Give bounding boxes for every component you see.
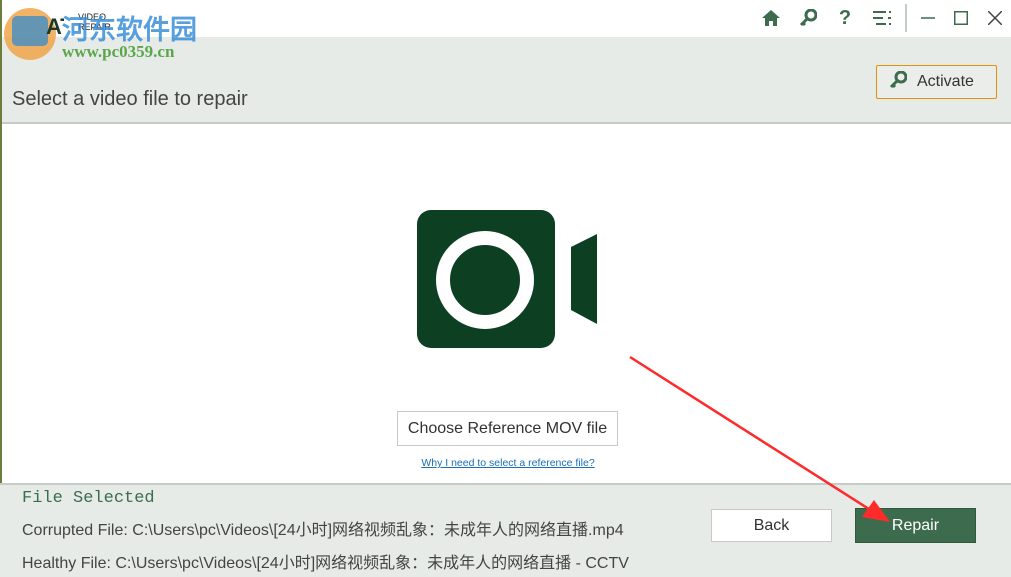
key-icon[interactable] xyxy=(796,6,820,30)
close-icon[interactable] xyxy=(983,6,1007,30)
minimize-icon[interactable] xyxy=(916,6,940,30)
back-button[interactable]: Back xyxy=(711,509,832,542)
titlebar-divider xyxy=(905,4,907,32)
page-title: Select a video file to repair xyxy=(12,88,248,110)
video-camera-icon xyxy=(417,210,599,355)
maximize-icon[interactable] xyxy=(949,6,973,30)
app-logo: AT xyxy=(4,4,74,64)
help-icon[interactable]: ? xyxy=(833,6,857,30)
activate-button[interactable]: Activate xyxy=(876,65,997,99)
watermark-url: www.pc0359.cn xyxy=(62,42,175,61)
corrupted-file-path: Corrupted File: C:\Users\pc\Videos\[24小时… xyxy=(22,522,624,539)
choose-reference-button[interactable]: Choose Reference MOV file xyxy=(397,411,618,446)
section-title: File Selected xyxy=(22,489,155,508)
home-icon[interactable] xyxy=(759,6,783,30)
repair-button[interactable]: Repair xyxy=(855,508,976,543)
reference-help-link[interactable]: Why I need to select a reference file? xyxy=(408,457,608,469)
healthy-file-path: Healthy File: C:\Users\pc\Videos\[24小时]网… xyxy=(22,555,629,572)
activate-label: Activate xyxy=(917,73,974,90)
menu-icon[interactable] xyxy=(870,6,894,30)
key-icon xyxy=(889,70,908,94)
